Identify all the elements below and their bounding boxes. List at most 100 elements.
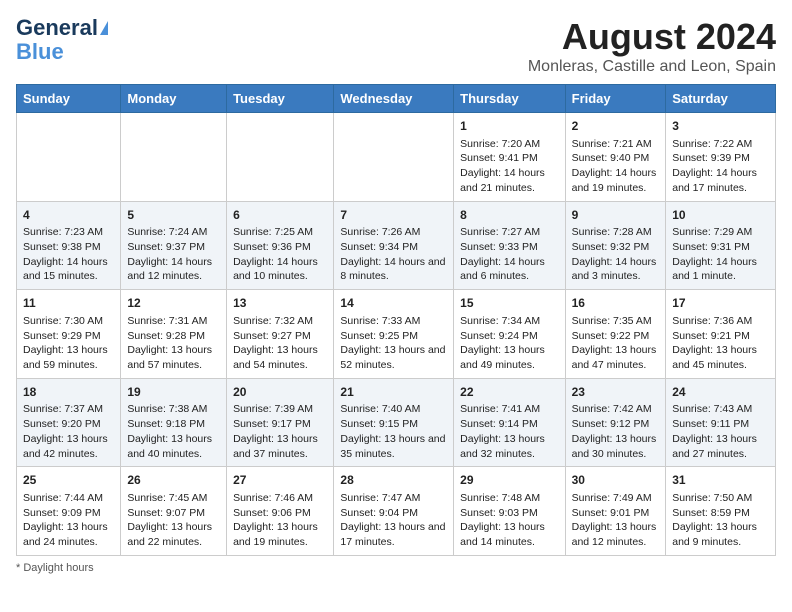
day-info: Sunrise: 7:44 AM Sunset: 9:09 PM Dayligh… (23, 491, 114, 550)
week-row-3: 11 Sunrise: 7:30 AM Sunset: 9:29 PM Dayli… (17, 290, 776, 379)
day-info: Sunrise: 7:48 AM Sunset: 9:03 PM Dayligh… (460, 491, 558, 550)
day-number: 11 (23, 295, 114, 312)
day-cell: 25 Sunrise: 7:44 AM Sunset: 9:09 PM Dayli… (17, 467, 121, 556)
day-cell: 3Sunrise: 7:22 AM Sunset: 9:39 PM Daylig… (666, 113, 776, 202)
day-number: 28 (340, 472, 447, 489)
day-info: Sunrise: 7:36 AM Sunset: 9:21 PM Dayligh… (672, 314, 769, 373)
day-cell: 19Sunrise: 7:38 AM Sunset: 9:18 PM Dayli… (121, 378, 227, 467)
day-info: Sunrise: 7:28 AM Sunset: 9:32 PM Dayligh… (572, 225, 660, 284)
day-info: Sunrise: 7:27 AM Sunset: 9:33 PM Dayligh… (460, 225, 558, 284)
day-cell: 7Sunrise: 7:26 AM Sunset: 9:34 PM Daylig… (334, 201, 454, 290)
day-info: Sunrise: 7:33 AM Sunset: 9:25 PM Dayligh… (340, 314, 447, 373)
day-cell: 8Sunrise: 7:27 AM Sunset: 9:33 PM Daylig… (454, 201, 565, 290)
logo: General Blue (16, 16, 108, 64)
day-info: Sunrise: 7:45 AM Sunset: 9:07 PM Dayligh… (127, 491, 220, 550)
day-number: 24 (672, 384, 769, 401)
day-cell: 22Sunrise: 7:41 AM Sunset: 9:14 PM Dayli… (454, 378, 565, 467)
day-info: Sunrise: 7:29 AM Sunset: 9:31 PM Dayligh… (672, 225, 769, 284)
day-info: Sunrise: 7:40 AM Sunset: 9:15 PM Dayligh… (340, 402, 447, 461)
footer-note: * Daylight hours (16, 562, 776, 574)
day-info: Sunrise: 7:35 AM Sunset: 9:22 PM Dayligh… (572, 314, 660, 373)
day-cell: 5Sunrise: 7:24 AM Sunset: 9:37 PM Daylig… (121, 201, 227, 290)
day-number: 20 (233, 384, 327, 401)
calendar-table: SundayMondayTuesdayWednesdayThursdayFrid… (16, 84, 776, 556)
col-header-friday: Friday (565, 85, 666, 113)
day-number: 22 (460, 384, 558, 401)
header: General Blue August 2024 Monleras, Casti… (16, 16, 776, 76)
day-number: 13 (233, 295, 327, 312)
day-cell (121, 113, 227, 202)
footer-text: Daylight hours (23, 562, 93, 574)
day-info: Sunrise: 7:37 AM Sunset: 9:20 PM Dayligh… (23, 402, 114, 461)
day-number: 15 (460, 295, 558, 312)
logo-general: General (16, 16, 98, 40)
day-cell: 1Sunrise: 7:20 AM Sunset: 9:41 PM Daylig… (454, 113, 565, 202)
day-info: Sunrise: 7:46 AM Sunset: 9:06 PM Dayligh… (233, 491, 327, 550)
week-row-2: 4Sunrise: 7:23 AM Sunset: 9:38 PM Daylig… (17, 201, 776, 290)
day-info: Sunrise: 7:23 AM Sunset: 9:38 PM Dayligh… (23, 225, 114, 284)
day-info: Sunrise: 7:38 AM Sunset: 9:18 PM Dayligh… (127, 402, 220, 461)
day-info: Sunrise: 7:30 AM Sunset: 9:29 PM Dayligh… (23, 314, 114, 373)
day-number: 18 (23, 384, 114, 401)
day-number: 30 (572, 472, 660, 489)
day-number: 4 (23, 207, 114, 224)
calendar-header-row: SundayMondayTuesdayWednesdayThursdayFrid… (17, 85, 776, 113)
day-info: Sunrise: 7:34 AM Sunset: 9:24 PM Dayligh… (460, 314, 558, 373)
day-cell: 15 Sunrise: 7:34 AM Sunset: 9:24 PM Dayli… (454, 290, 565, 379)
day-cell: 4Sunrise: 7:23 AM Sunset: 9:38 PM Daylig… (17, 201, 121, 290)
day-number: 7 (340, 207, 447, 224)
col-header-tuesday: Tuesday (227, 85, 334, 113)
day-cell: 24Sunrise: 7:43 AM Sunset: 9:11 PM Dayli… (666, 378, 776, 467)
day-number: 1 (460, 118, 558, 135)
day-number: 10 (672, 207, 769, 224)
day-number: 29 (460, 472, 558, 489)
col-header-sunday: Sunday (17, 85, 121, 113)
day-number: 6 (233, 207, 327, 224)
day-cell: 13 Sunrise: 7:32 AM Sunset: 9:27 PM Dayli… (227, 290, 334, 379)
day-number: 21 (340, 384, 447, 401)
day-cell: 18Sunrise: 7:37 AM Sunset: 9:20 PM Dayli… (17, 378, 121, 467)
col-header-monday: Monday (121, 85, 227, 113)
day-info: Sunrise: 7:42 AM Sunset: 9:12 PM Dayligh… (572, 402, 660, 461)
day-cell: 12Sunrise: 7:31 AM Sunset: 9:28 PM Dayli… (121, 290, 227, 379)
day-number: 9 (572, 207, 660, 224)
day-cell: 10Sunrise: 7:29 AM Sunset: 9:31 PM Dayli… (666, 201, 776, 290)
day-info: Sunrise: 7:47 AM Sunset: 9:04 PM Dayligh… (340, 491, 447, 550)
day-cell (227, 113, 334, 202)
day-cell: 14 Sunrise: 7:33 AM Sunset: 9:25 PM Dayli… (334, 290, 454, 379)
day-cell: 21Sunrise: 7:40 AM Sunset: 9:15 PM Dayli… (334, 378, 454, 467)
day-cell (17, 113, 121, 202)
day-number: 5 (127, 207, 220, 224)
day-cell: 16 Sunrise: 7:35 AM Sunset: 9:22 PM Dayli… (565, 290, 666, 379)
day-info: Sunrise: 7:21 AM Sunset: 9:40 PM Dayligh… (572, 137, 660, 196)
day-number: 23 (572, 384, 660, 401)
day-cell: 27Sunrise: 7:46 AM Sunset: 9:06 PM Dayli… (227, 467, 334, 556)
week-row-1: 1Sunrise: 7:20 AM Sunset: 9:41 PM Daylig… (17, 113, 776, 202)
col-header-thursday: Thursday (454, 85, 565, 113)
day-info: Sunrise: 7:32 AM Sunset: 9:27 PM Dayligh… (233, 314, 327, 373)
day-info: Sunrise: 7:31 AM Sunset: 9:28 PM Dayligh… (127, 314, 220, 373)
day-info: Sunrise: 7:22 AM Sunset: 9:39 PM Dayligh… (672, 137, 769, 196)
day-info: Sunrise: 7:25 AM Sunset: 9:36 PM Dayligh… (233, 225, 327, 284)
day-info: Sunrise: 7:41 AM Sunset: 9:14 PM Dayligh… (460, 402, 558, 461)
day-cell: 6Sunrise: 7:25 AM Sunset: 9:36 PM Daylig… (227, 201, 334, 290)
day-cell: 28 Sunrise: 7:47 AM Sunset: 9:04 PM Dayli… (334, 467, 454, 556)
day-number: 31 (672, 472, 769, 489)
day-number: 16 (572, 295, 660, 312)
day-info: Sunrise: 7:26 AM Sunset: 9:34 PM Dayligh… (340, 225, 447, 284)
day-number: 8 (460, 207, 558, 224)
day-cell (334, 113, 454, 202)
main-title: August 2024 (528, 16, 776, 58)
day-cell: 17 Sunrise: 7:36 AM Sunset: 9:21 PM Dayli… (666, 290, 776, 379)
day-cell: 30Sunrise: 7:49 AM Sunset: 9:01 PM Dayli… (565, 467, 666, 556)
day-number: 25 (23, 472, 114, 489)
day-cell: 11 Sunrise: 7:30 AM Sunset: 9:29 PM Dayli… (17, 290, 121, 379)
day-number: 14 (340, 295, 447, 312)
subtitle: Monleras, Castille and Leon, Spain (528, 58, 776, 76)
day-number: 26 (127, 472, 220, 489)
day-cell: 2Sunrise: 7:21 AM Sunset: 9:40 PM Daylig… (565, 113, 666, 202)
day-number: 17 (672, 295, 769, 312)
col-header-saturday: Saturday (666, 85, 776, 113)
day-info: Sunrise: 7:50 AM Sunset: 8:59 PM Dayligh… (672, 491, 769, 550)
day-number: 19 (127, 384, 220, 401)
